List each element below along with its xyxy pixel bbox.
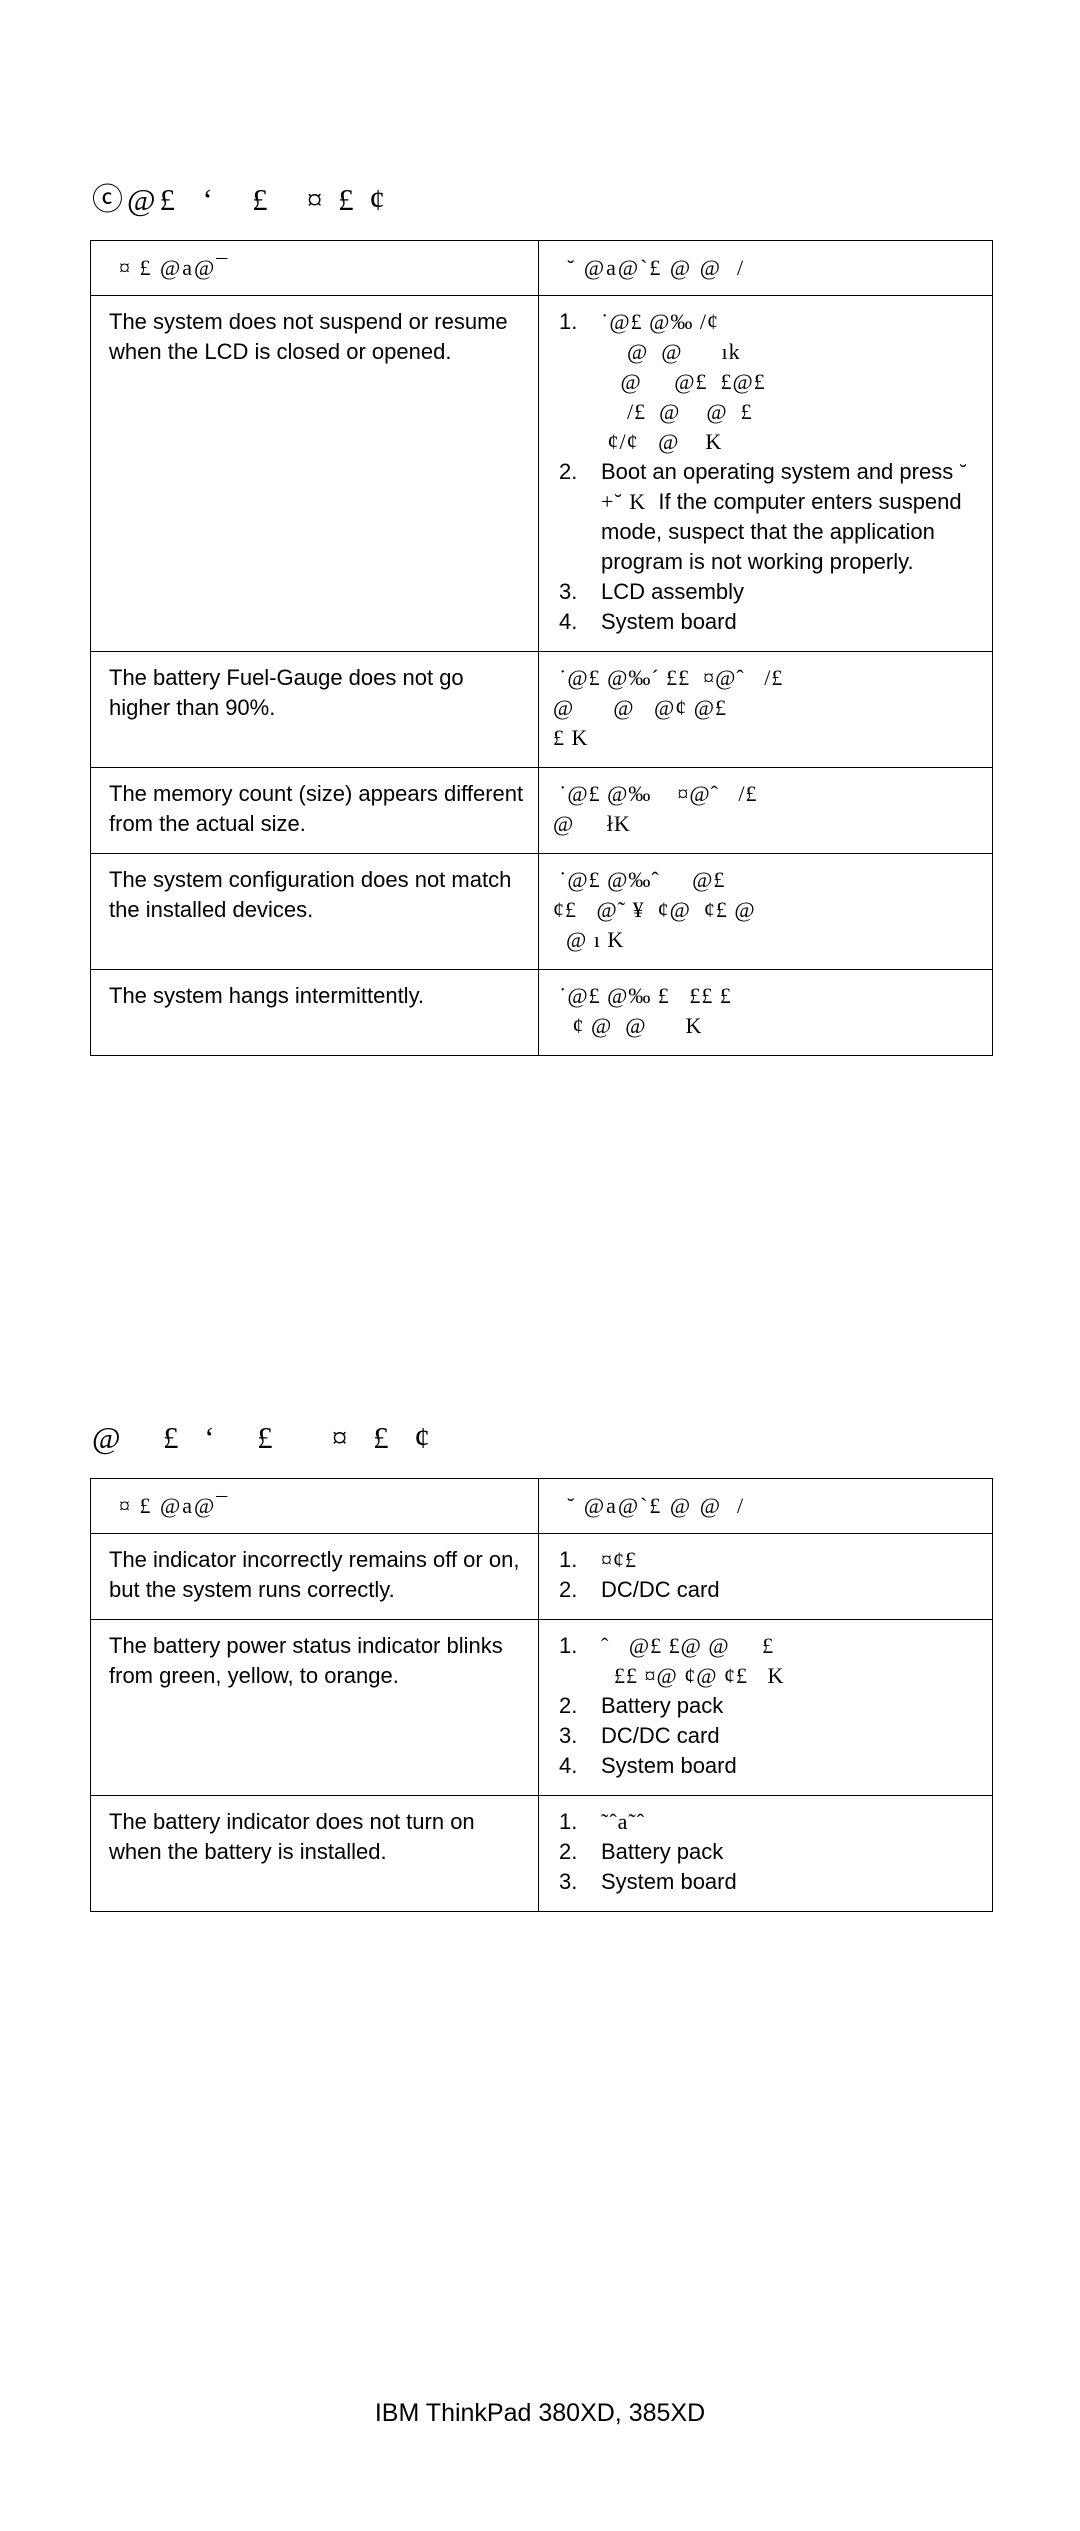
step-number: 1. [559,1633,578,1658]
symptom-text: The battery Fuel-Gauge does not go highe… [109,665,464,720]
column-header-symptom-label: ¤ £ @a@¯ [119,255,230,280]
step-text: Boot an operating system and press ˘ +˘ … [601,457,978,577]
table-row: The system configuration does not match … [90,853,993,970]
cell-action: ˙@£ @‰´ ££ ¤@ˆ /£ @ @ @¢ @£ £ K [538,651,993,768]
step-number: 2. [559,1577,578,1602]
action-text: ˙@£ @‰ ¤@ˆ /£ @ łK [553,781,758,836]
list-item: 3. LCD assembly [553,577,978,607]
column-header-action: ˘ @a@`£ @ @ / [538,1478,993,1534]
cell-action: ˙@£ @‰ˆ @£ ¢£ @˜ ¥ ¢@ ¢£ @ @ ı K [538,853,993,970]
symptom-text: The memory count (size) appears differen… [109,781,524,836]
step-text: System board [601,1753,737,1778]
troubleshooting-section-2: @ £ ‘ £ ¤ £ ¢ ¤ £ @a@¯ ˘ @a@`£ @ @ / The… [90,1418,993,1912]
cell-symptom: The battery Fuel-Gauge does not go highe… [90,651,539,768]
step-text: DC/DC card [601,1723,720,1748]
cell-symptom: The system hangs intermittently. [90,969,539,1056]
table-row: The battery Fuel-Gauge does not go highe… [90,651,993,768]
table-header-row: ¤ £ @a@¯ ˘ @a@`£ @ @ / [90,240,993,296]
column-header-symptom: ¤ £ @a@¯ [90,1478,539,1534]
step-text: Battery pack [601,1693,724,1718]
troubleshooting-table-2: ¤ £ @a@¯ ˘ @a@`£ @ @ / The indicator inc… [90,1478,993,1912]
column-header-symptom-label: ¤ £ @a@¯ [119,1493,230,1518]
cell-symptom: The system configuration does not match … [90,853,539,970]
symptom-text: The battery power status indicator blink… [109,1633,503,1688]
step-text: DC/DC card [601,1577,720,1602]
document-page: ⓒ@£ ‘ £ ¤ £ ¢ ¤ £ @a@¯ ˘ @a@`£ @ @ / The… [0,0,1080,2531]
cell-action: 1. ¤¢£ 2. DC/DC card [538,1533,993,1620]
list-item: 2. Boot an operating system and press ˘ … [553,457,978,577]
list-item: 4. System board [553,1751,978,1781]
list-item: 3. System board [553,1867,978,1897]
table-row: The system hangs intermittently. ˙@£ @‰ … [90,969,993,1056]
step-number: 1. [559,1809,578,1834]
cell-action: 1. ˙@£ @‰ /¢ @ @ ık @ @£ £@£ /£ @ @ £ ¢/… [538,295,993,652]
cell-symptom: The indicator incorrectly remains off or… [90,1533,539,1620]
symptom-text: The system hangs intermittently. [109,983,425,1008]
step-number: 1. [559,309,578,334]
table-row: The indicator incorrectly remains off or… [90,1533,993,1620]
cell-symptom: The system does not suspend or resume wh… [90,295,539,652]
step-text: ˆ @£ £@ @ £ ££ ¤@ ¢@ ¢£ K [601,1633,785,1688]
list-item: 2. Battery pack [553,1837,978,1867]
step-text: LCD assembly [601,579,745,604]
cell-action: 1. ˜ˆa˜ˆ 2. Battery pack 3. System board [538,1795,993,1912]
action-step-list: 1. ˆ @£ £@ @ £ ££ ¤@ ¢@ ¢£ K 2. Battery … [553,1631,978,1781]
step-number: 4. [559,609,578,634]
cell-symptom: The memory count (size) appears differen… [90,767,539,854]
list-item: 3. DC/DC card [553,1721,978,1751]
list-item: 4. System board [553,607,978,637]
table-row: The battery indicator does not turn on w… [90,1795,993,1912]
step-number: 4. [559,1753,578,1778]
step-text-pre: Boot an operating system and press [601,459,960,484]
action-step-list: 1. ˙@£ @‰ /¢ @ @ ık @ @£ £@£ /£ @ @ £ ¢/… [553,307,978,637]
section-1-heading: ⓒ@£ ‘ £ ¤ £ ¢ [92,182,389,217]
list-item: 1. ˙@£ @‰ /¢ @ @ ık @ @£ £@£ /£ @ @ £ ¢/… [553,307,978,457]
symptom-text: The system does not suspend or resume wh… [109,309,508,364]
list-item: 1. ˆ @£ £@ @ £ ££ ¤@ ¢@ ¢£ K [553,1631,978,1691]
list-item: 1. ˜ˆa˜ˆ [553,1807,978,1837]
section-2-heading: @ £ ‘ £ ¤ £ ¢ [92,1420,439,1455]
step-number: 3. [559,1869,578,1894]
list-item: 2. Battery pack [553,1691,978,1721]
troubleshooting-section-1: ⓒ@£ ‘ £ ¤ £ ¢ ¤ £ @a@¯ ˘ @a@`£ @ @ / The… [90,180,993,1056]
action-text: ˙@£ @‰ £ ££ £ ¢ @ @ K [559,983,732,1038]
action-text: ˙@£ @‰ˆ @£ ¢£ @˜ ¥ ¢@ ¢£ @ @ ı K [553,867,756,952]
step-text: ¤¢£ [601,1547,637,1572]
cell-action: ˙@£ @‰ £ ££ £ ¢ @ @ K [538,969,993,1056]
action-step-list: 1. ˜ˆa˜ˆ 2. Battery pack 3. System board [553,1807,978,1897]
step-text: System board [601,609,737,634]
step-number: 3. [559,1723,578,1748]
column-header-symptom: ¤ £ @a@¯ [90,240,539,296]
column-header-action-label: ˘ @a@`£ @ @ / [567,1493,746,1518]
list-item: 1. ¤¢£ [553,1545,978,1575]
symptom-text: The indicator incorrectly remains off or… [109,1547,520,1602]
step-number: 3. [559,579,578,604]
table-row: The memory count (size) appears differen… [90,767,993,854]
cell-action: ˙@£ @‰ ¤@ˆ /£ @ łK [538,767,993,854]
list-item: 2. DC/DC card [553,1575,978,1605]
page-footer: IBM ThinkPad 380XD, 385XD [374,2399,706,2427]
step-number: 2. [559,459,578,484]
column-header-action-label: ˘ @a@`£ @ @ / [567,255,746,280]
step-text: System board [601,1869,737,1894]
table-row: The battery power status indicator blink… [90,1619,993,1796]
cell-symptom: The battery indicator does not turn on w… [90,1795,539,1912]
table-header-row: ¤ £ @a@¯ ˘ @a@`£ @ @ / [90,1478,993,1534]
table-row: The system does not suspend or resume wh… [90,295,993,652]
step-text: ˜ˆa˜ˆ [601,1809,646,1834]
symptom-text: The system configuration does not match … [109,867,512,922]
step-number: 2. [559,1839,578,1864]
cell-symptom: The battery power status indicator blink… [90,1619,539,1796]
step-text: Battery pack [601,1839,724,1864]
symptom-text: The battery indicator does not turn on w… [109,1809,475,1864]
step-text-post: If the computer enters suspend mode, sus… [601,489,968,574]
step-number: 2. [559,1693,578,1718]
step-text: ˙@£ @‰ /¢ @ @ ık @ @£ £@£ /£ @ @ £ ¢/¢ @… [601,309,766,454]
troubleshooting-table-1: ¤ £ @a@¯ ˘ @a@`£ @ @ / The system does n… [90,240,993,1056]
action-step-list: 1. ¤¢£ 2. DC/DC card [553,1545,978,1605]
step-number: 1. [559,1547,578,1572]
cell-action: 1. ˆ @£ £@ @ £ ££ ¤@ ¢@ ¢£ K 2. Battery … [538,1619,993,1796]
action-text: ˙@£ @‰´ ££ ¤@ˆ /£ @ @ @¢ @£ £ K [553,665,784,750]
column-header-action: ˘ @a@`£ @ @ / [538,240,993,296]
